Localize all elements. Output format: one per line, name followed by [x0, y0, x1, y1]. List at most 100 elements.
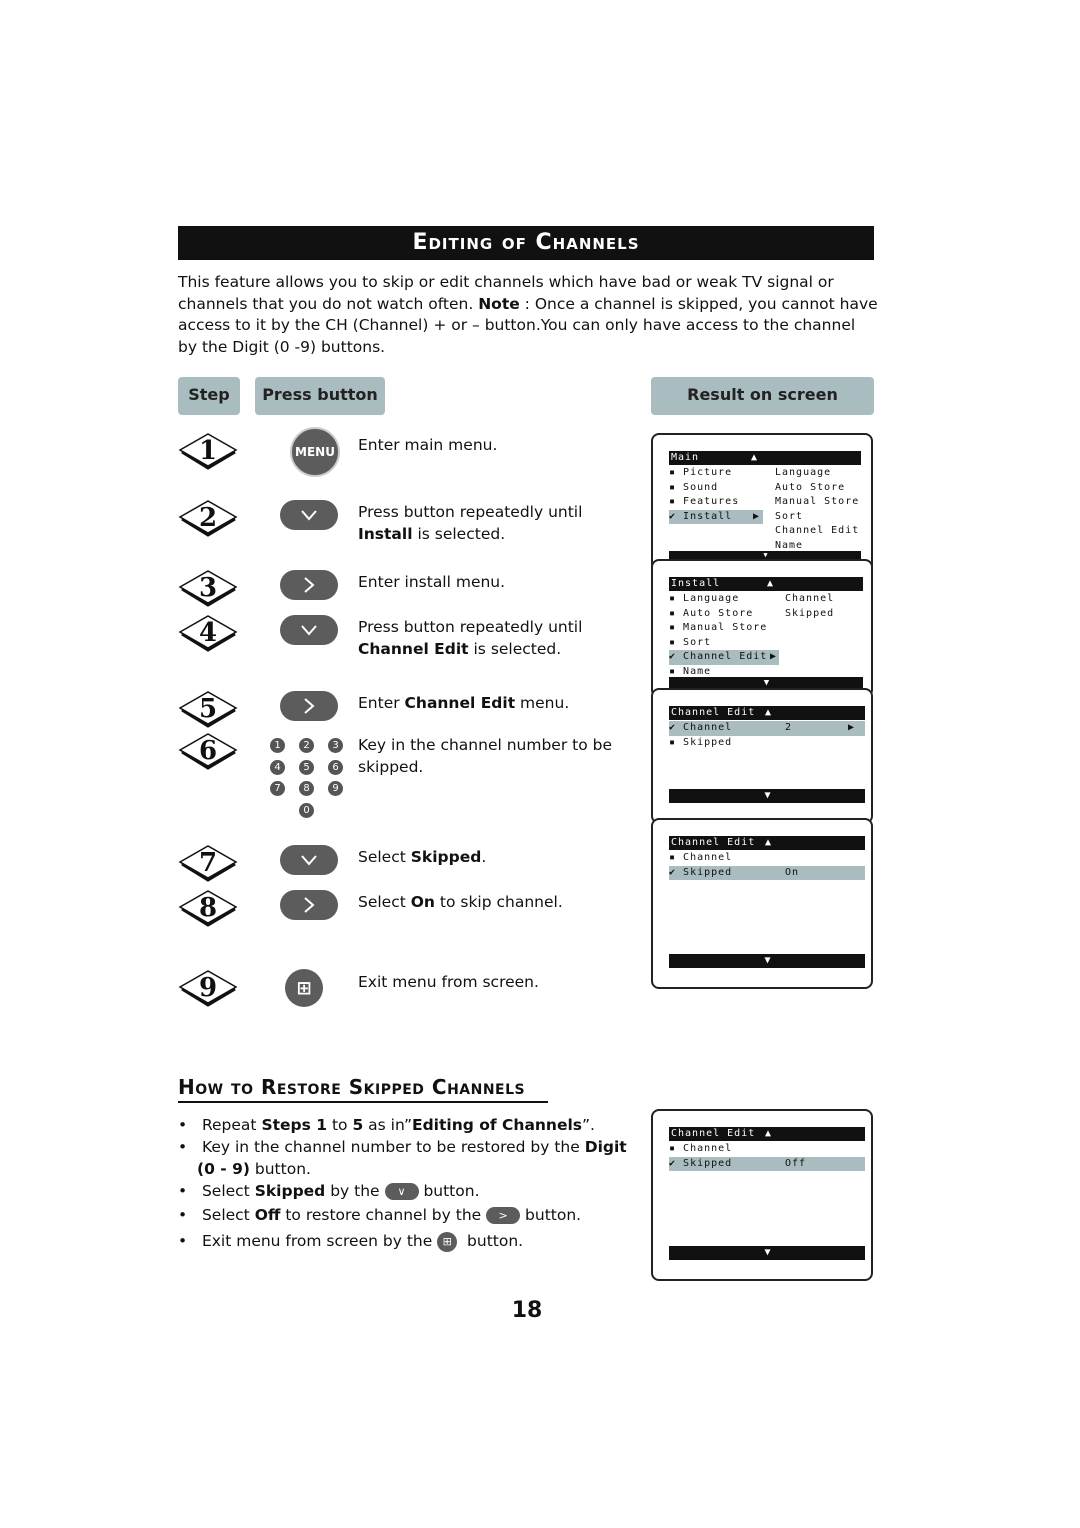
submenu-item: Channel	[785, 593, 835, 604]
restore-step-5: • Exit menu from screen by the ⊞ button.	[178, 1231, 524, 1252]
page-title: Editing of Channels	[178, 226, 874, 260]
step-number-3: 3	[178, 567, 238, 607]
menu-item-manual-store: ▪ Manual Store	[669, 622, 768, 633]
menu-item-channel-edit: ✔ Channel Edit ▶	[669, 650, 779, 665]
digit-buttons: 123 456 7890	[270, 738, 350, 828]
submenu-item: Channel Edit	[775, 525, 860, 536]
digit-button-9[interactable]: 9	[328, 781, 343, 796]
step-number-2: 2	[178, 497, 238, 537]
step-description-4: Press button repeatedly until Channel Ed…	[358, 618, 583, 658]
digit-button-2[interactable]: 2	[299, 738, 314, 753]
step-header: Step	[178, 377, 240, 415]
down-button[interactable]	[280, 615, 338, 645]
menu-item-sort: ▪ Sort	[669, 636, 712, 648]
menu-item-skipped: ▪ Skipped	[669, 736, 733, 748]
step-number-1: 1	[178, 430, 238, 470]
restore-heading: How to Restore Skipped Channels	[178, 1075, 548, 1103]
screen-channel-edit: Channel Edit ▲ ✔ Channel 2 ▶ ▪ Skipped ▼	[651, 688, 873, 824]
menu-item-install: ✔ Install ▶	[669, 509, 763, 524]
digit-button-7[interactable]: 7	[270, 781, 285, 796]
menu-title-bar: Channel Edit ▲	[669, 1127, 865, 1141]
submenu-item: Name	[775, 539, 804, 551]
menu-item-channel: ▪ Channel	[669, 1143, 733, 1154]
digit-button-1[interactable]: 1	[270, 738, 285, 753]
step-description-7: Select Skipped.	[358, 848, 487, 866]
submenu-item: Sort	[775, 510, 804, 522]
svg-text:1: 1	[199, 436, 217, 466]
step-description-5: Enter Channel Edit menu.	[358, 694, 570, 712]
svg-text:6: 6	[199, 736, 217, 766]
right-button[interactable]	[280, 570, 338, 600]
exit-button[interactable]: ⊞	[285, 969, 323, 1007]
menu-title-bar: Channel Edit ▲	[669, 836, 865, 850]
submenu-item: Skipped	[785, 607, 835, 619]
digit-button-5[interactable]: 5	[299, 759, 314, 775]
menu-item-language: ▪ Language	[669, 593, 740, 604]
svg-text:4: 4	[199, 618, 217, 648]
restore-list: • Repeat Steps 1 to 5 as in”Editing of C…	[178, 1114, 628, 1252]
svg-text:8: 8	[199, 893, 217, 923]
scroll-down-bar: ▼	[669, 551, 861, 559]
step-description-6: Key in the channel number to be skipped.	[358, 736, 612, 776]
step-number-9: 9	[178, 967, 238, 1007]
exit-button-icon: ⊞	[437, 1231, 458, 1252]
menu-item-skipped: ✔ Skipped Off	[669, 1156, 865, 1171]
menu-item-skipped: ✔ Skipped On	[669, 865, 865, 880]
page-number: 18	[511, 1298, 543, 1323]
step-number-5: 5	[178, 688, 238, 728]
down-button[interactable]	[280, 500, 338, 530]
restore-step-3: • Select Skipped by the ∨ button.	[178, 1182, 480, 1200]
menu-item-sound: ▪ Sound	[669, 481, 719, 493]
screen-install-menu: Install ▲ ▼ ▪ Language ▪ Auto Store ▪ Manua…	[651, 559, 873, 698]
press-header: Press button	[255, 377, 385, 415]
result-header: Result on screen	[651, 377, 874, 415]
menu-item-name: ▪ Name	[669, 665, 712, 677]
scroll-down-bar: ▼	[669, 1246, 865, 1260]
svg-text:7: 7	[199, 848, 217, 878]
right-button-icon: >	[486, 1207, 521, 1224]
manual-page: Editing of Channels This feature allows …	[0, 0, 1080, 1528]
scroll-down-bar: ▼	[669, 954, 865, 968]
step-description-2: Press button repeatedly until Install is…	[358, 503, 583, 543]
submenu-item: Auto Store	[775, 481, 846, 493]
step-description-3: Enter install menu.	[358, 573, 506, 591]
svg-text:2: 2	[199, 503, 217, 533]
digit-button-0[interactable]: 0	[299, 802, 314, 818]
down-button-icon: ∨	[384, 1183, 419, 1200]
menu-item-channel: ✔ Channel 2 ▶	[669, 721, 865, 736]
svg-text:3: 3	[199, 573, 217, 603]
menu-button[interactable]: MENU	[290, 427, 340, 477]
intro-paragraph: This feature allows you to skip or edit …	[178, 272, 878, 358]
down-button[interactable]	[280, 845, 338, 875]
svg-text:9: 9	[199, 973, 217, 1003]
restore-step-1: • Repeat Steps 1 to 5 as in”Editing of C…	[178, 1116, 595, 1134]
screen-channel-edit: Channel Edit ▲ ▪ Channel ✔ Skipped Off ▼	[651, 1109, 873, 1281]
menu-title-bar: Main ▲	[669, 451, 861, 465]
submenu-item: Language	[775, 467, 832, 478]
submenu-item: Manual Store	[775, 496, 860, 507]
digit-button-6[interactable]: 6	[328, 759, 343, 775]
step-number-6: 6	[178, 730, 238, 770]
right-button[interactable]	[280, 691, 338, 721]
step-number-8: 8	[178, 887, 238, 927]
digit-button-3[interactable]: 3	[328, 738, 343, 753]
step-description-1: Enter main menu.	[358, 436, 498, 454]
menu-item-features: ▪ Features	[669, 496, 740, 507]
svg-text:5: 5	[199, 694, 217, 724]
right-button[interactable]	[280, 890, 338, 920]
step-number-7: 7	[178, 842, 238, 882]
menu-item-auto-store: ▪ Auto Store	[669, 607, 754, 619]
note-label: Note	[478, 294, 520, 313]
step-description-9: Exit menu from screen.	[358, 973, 539, 991]
scroll-down-bar: ▼	[669, 789, 865, 803]
step-description-8: Select On to skip channel.	[358, 893, 563, 911]
menu-item-channel: ▪ Channel	[669, 852, 733, 863]
menu-title-bar: Channel Edit ▲	[669, 706, 865, 720]
restore-step-2: • Key in the channel number to be restor…	[178, 1138, 627, 1178]
menu-title-bar: Install ▲	[669, 577, 863, 591]
menu-item-picture: ▪ Picture	[669, 467, 733, 478]
screen-channel-edit: Channel Edit ▲ ▪ Channel ✔ Skipped On ▼	[651, 818, 873, 989]
digit-button-4[interactable]: 4	[270, 759, 285, 775]
digit-button-8[interactable]: 8	[299, 781, 314, 796]
restore-step-4: • Select Off to restore channel by the >…	[178, 1206, 582, 1224]
